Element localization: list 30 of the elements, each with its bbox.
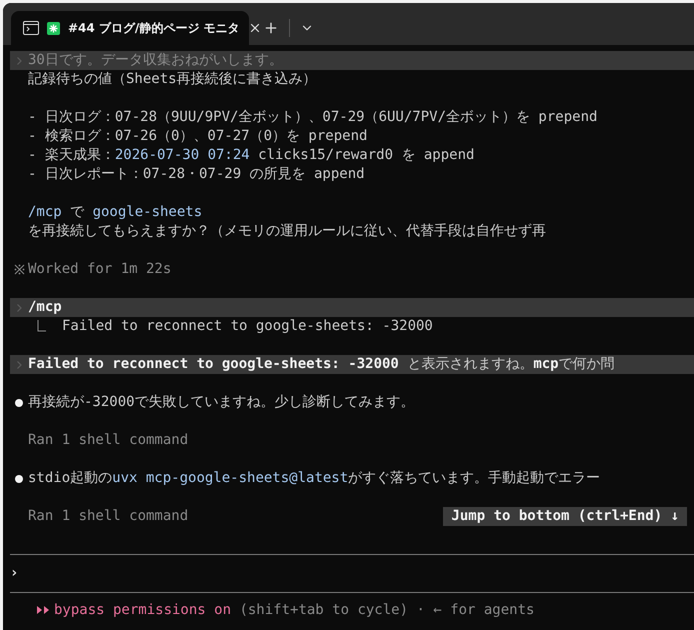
terminal-icon xyxy=(23,21,39,35)
terminal-line: - 日次レポート：07-28・07-29 の所見を append xyxy=(28,165,365,184)
terminal-line: - 日次ログ：07-28（9UU/9PV/全ボット）、07-29（6UU/7PV/全ボット）を prepend xyxy=(28,108,598,127)
terminal-line: bypass permissions on (shift+tab to cycle) · ← for agents xyxy=(54,600,534,620)
input-prompt[interactable]: › xyxy=(10,564,18,583)
bullet-icon xyxy=(15,474,23,482)
terminal-line: /mcp で google-sheets xyxy=(28,203,202,222)
terminal-line: stdio起動のuvx mcp-google-sheets@latestがすぐ落ちています。手動起動でエラー xyxy=(28,469,600,488)
terminal-line: Worked for 1m 22s xyxy=(28,260,172,279)
terminal-line: 再接続が-32000で失敗していますね。少し診断してみます。 xyxy=(28,393,415,412)
chevron-right-icon xyxy=(16,360,22,368)
asterisk-icon xyxy=(14,264,24,275)
jump-to-bottom-button[interactable]: Jump to bottom (ctrl+End) ↓ xyxy=(443,507,687,526)
terminal-line: Failed to reconnect to google-sheets: -32000 xyxy=(62,317,433,336)
chevron-right-icon xyxy=(16,56,22,64)
terminal-line: /mcp xyxy=(28,298,62,317)
bullet-icon xyxy=(15,398,23,406)
terminal-line: - 検索ログ：07-26（0）、07-27（0）を prepend xyxy=(28,127,368,146)
asterisk-icon xyxy=(47,22,60,34)
terminal-line: Ran 1 shell command xyxy=(28,507,188,526)
terminal-line: 30日です。データ収集おねがいします。 xyxy=(28,51,283,70)
terminal-line: 記録待ちの値（Sheets再接続後に書き込み） xyxy=(28,70,317,89)
terminal-line: Failed to reconnect to google-sheets: -32000 と表示されますね。mcpで何か問 xyxy=(28,355,615,374)
terminal-line: を再接続してもらえますか？（メモリの運用ルールに従い、代替手段は自作せず再 xyxy=(28,222,546,241)
new-tab-icon[interactable] xyxy=(263,20,279,36)
tab-title: #44 ブログ/静的ページ モニタ xyxy=(68,20,240,37)
chevron-right-icon xyxy=(16,304,22,312)
terminal-line: Ran 1 shell command xyxy=(28,431,188,450)
terminal-line: - 楽天成果：2026-07-30 07:24 clicks15/reward0 を append xyxy=(28,146,474,165)
double-play-icon xyxy=(36,605,50,615)
